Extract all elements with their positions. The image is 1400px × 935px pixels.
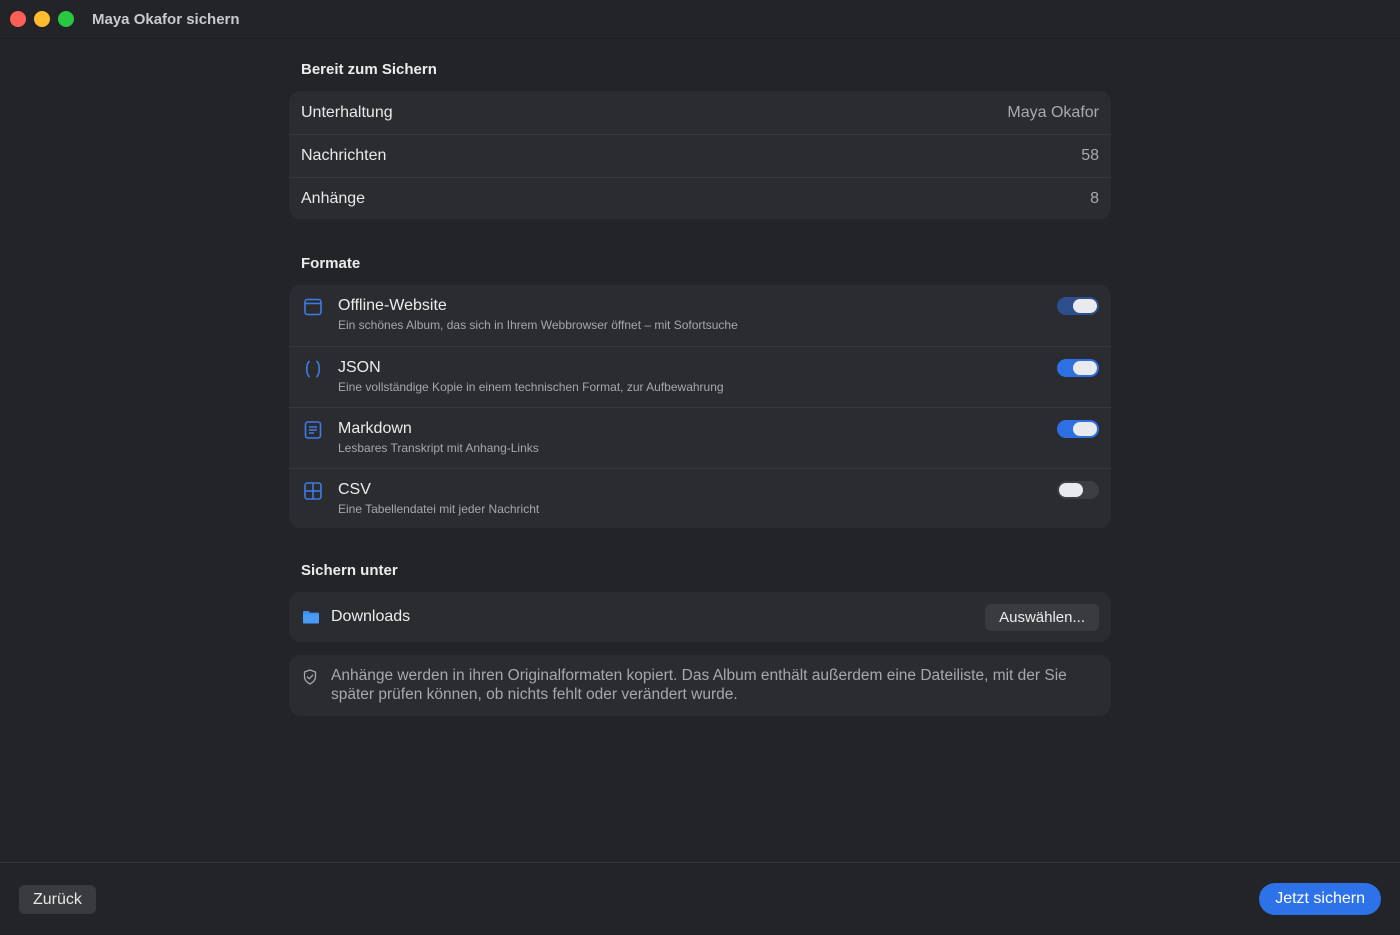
format-row-markdown[interactable]: Markdown Lesbares Transkript mit Anhang-…	[289, 407, 1111, 468]
window-title: Maya Okafor sichern	[92, 10, 240, 28]
summary-row-conversation: Unterhaltung Maya Okafor	[289, 91, 1111, 134]
destination-heading: Sichern unter	[301, 562, 398, 579]
choose-folder-button[interactable]: Auswählen...	[985, 604, 1099, 631]
format-row-json[interactable]: JSON Eine vollständige Kopie in einem te…	[289, 346, 1111, 407]
braces-icon	[305, 360, 321, 378]
formats-card: Offline-Website Ein schönes Album, das s…	[289, 285, 1111, 528]
backup-window: Maya Okafor sichern Bereit zum Sichern U…	[0, 0, 1400, 934]
summary-value: Maya Okafor	[1007, 103, 1099, 121]
destination-card: Downloads Auswählen...	[289, 592, 1111, 642]
browser-window-icon	[304, 298, 322, 316]
maximize-window-button[interactable]	[58, 11, 74, 27]
format-description: Eine Tabellendatei mit jeder Nachricht	[338, 502, 540, 516]
summary-heading: Bereit zum Sichern	[301, 61, 437, 78]
toggle-knob	[1073, 422, 1097, 436]
document-lines-icon	[304, 421, 322, 439]
format-name: CSV	[338, 481, 371, 498]
format-name: Offline-Website	[338, 297, 447, 314]
back-button[interactable]: Zurück	[19, 885, 96, 914]
format-name: JSON	[338, 359, 381, 376]
minimize-window-button[interactable]	[34, 11, 50, 27]
info-text: Anhänge werden in ihren Originalformaten…	[331, 667, 1067, 703]
csv-toggle[interactable]	[1057, 481, 1099, 499]
format-row-csv[interactable]: CSV Eine Tabellendatei mit jeder Nachric…	[289, 468, 1111, 529]
info-card: Anhänge werden in ihren Originalformaten…	[289, 655, 1111, 716]
summary-value: 8	[1090, 190, 1099, 207]
title-bar: Maya Okafor sichern	[0, 0, 1400, 39]
summary-label: Unterhaltung	[301, 103, 393, 121]
destination-folder-name: Downloads	[331, 608, 411, 625]
toggle-knob	[1073, 361, 1097, 375]
shield-check-icon	[303, 669, 317, 685]
summary-label: Nachrichten	[301, 147, 387, 164]
table-grid-icon	[304, 482, 322, 500]
format-description: Ein schönes Album, das sich in Ihrem Web…	[338, 318, 738, 332]
summary-label: Anhänge	[301, 190, 366, 207]
toggle-knob	[1073, 299, 1097, 313]
footer-bar: Zurück Jetzt sichern	[0, 862, 1400, 935]
format-description: Lesbares Transkript mit Anhang-Links	[338, 441, 539, 455]
summary-row-attachments: Anhänge 8	[289, 177, 1111, 220]
summary-value: 58	[1081, 147, 1099, 164]
close-window-button[interactable]	[10, 11, 26, 27]
window-controls	[10, 11, 74, 27]
summary-card: Unterhaltung Maya Okafor Nachrichten 58 …	[289, 91, 1111, 219]
format-name: Markdown	[338, 420, 412, 437]
formats-heading: Formate	[301, 255, 361, 272]
markdown-toggle[interactable]	[1057, 420, 1099, 438]
offline-website-toggle[interactable]	[1057, 297, 1099, 315]
toggle-knob	[1059, 483, 1083, 497]
format-description: Eine vollständige Kopie in einem technis…	[338, 380, 724, 394]
format-row-offline-website[interactable]: Offline-Website Ein schönes Album, das s…	[289, 285, 1111, 346]
summary-row-messages: Nachrichten 58	[289, 134, 1111, 177]
folder-icon	[303, 611, 319, 624]
json-toggle[interactable]	[1057, 359, 1099, 377]
save-now-button[interactable]: Jetzt sichern	[1259, 883, 1381, 915]
